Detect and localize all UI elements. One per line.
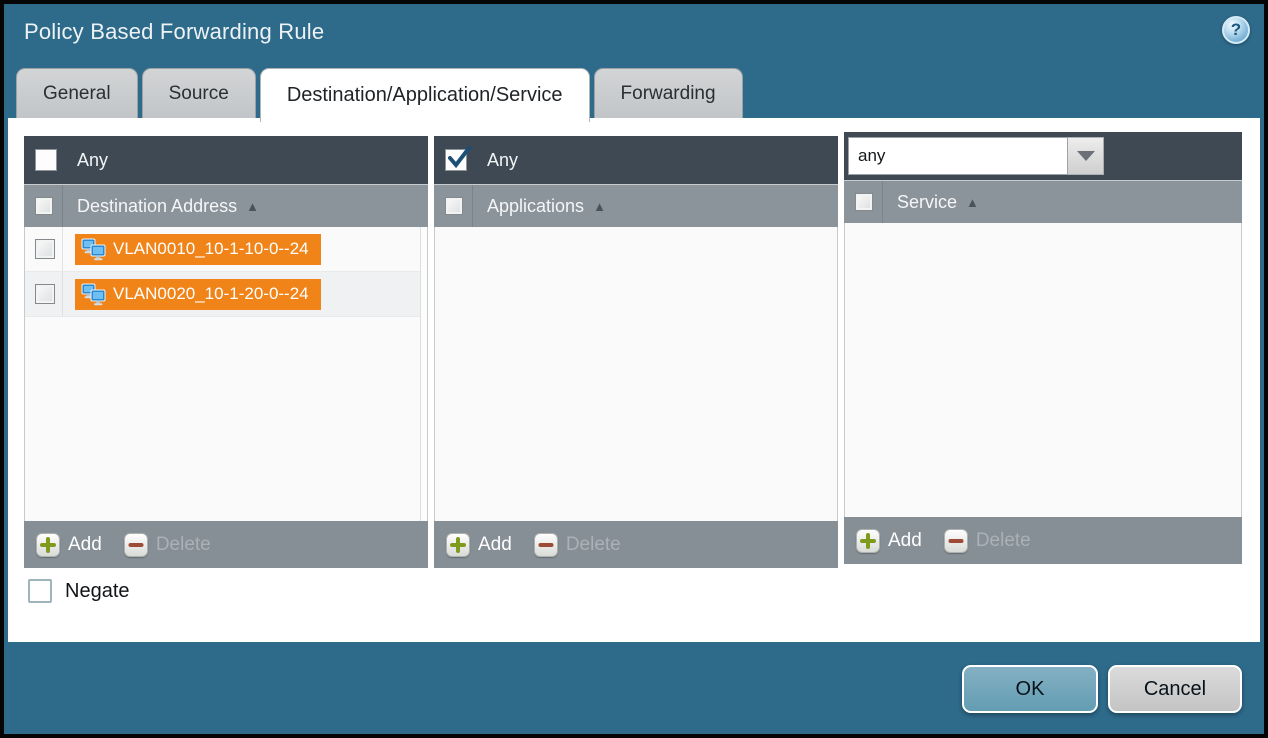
applications-header-row[interactable]: Applications ▲	[434, 184, 838, 227]
address-object-label: VLAN0010_10-1-10-0--24	[113, 239, 309, 259]
add-icon[interactable]	[36, 533, 60, 557]
sort-asc-icon[interactable]: ▲	[966, 195, 979, 210]
tab-general[interactable]: General	[16, 68, 138, 118]
destination-header-row[interactable]: Destination Address ▲	[24, 184, 428, 227]
applications-column-header: Applications	[487, 196, 584, 217]
add-button[interactable]: Add	[478, 534, 512, 556]
delete-button[interactable]: Delete	[566, 534, 621, 556]
sort-asc-icon[interactable]: ▲	[246, 199, 259, 214]
applications-any-checkbox[interactable]	[445, 149, 467, 171]
dialog-title: Policy Based Forwarding Rule	[24, 19, 324, 45]
scrollbar-track[interactable]	[420, 227, 427, 521]
service-column: any Service ▲ Add	[844, 132, 1242, 564]
add-icon[interactable]	[856, 529, 880, 553]
service-toolbar: Add Delete	[844, 517, 1242, 564]
add-button[interactable]: Add	[888, 530, 922, 552]
applications-select-all-checkbox[interactable]	[445, 197, 463, 215]
chevron-down-icon	[1077, 151, 1095, 161]
divider	[882, 181, 883, 224]
service-dropdown-value[interactable]: any	[848, 137, 1068, 175]
tab-forwarding[interactable]: Forwarding	[594, 68, 743, 118]
applications-any-bar: Any	[434, 136, 838, 184]
tab-source[interactable]: Source	[142, 68, 256, 118]
service-header-row[interactable]: Service ▲	[844, 180, 1242, 223]
destination-address-column: Any Destination Address ▲	[24, 136, 428, 568]
delete-button[interactable]: Delete	[156, 534, 211, 556]
destination-row[interactable]: VLAN0010_10-1-10-0--24	[25, 227, 427, 272]
destination-select-all-checkbox[interactable]	[35, 197, 53, 215]
network-address-icon	[81, 283, 106, 306]
dropdown-button[interactable]	[1068, 137, 1104, 175]
row-checkbox[interactable]	[35, 284, 55, 304]
tab-content-panel: Any Destination Address ▲	[8, 118, 1260, 642]
applications-list	[434, 227, 838, 521]
ok-button[interactable]: OK	[962, 665, 1098, 713]
service-list	[844, 223, 1242, 517]
row-checkbox[interactable]	[35, 239, 55, 259]
negate-option: Negate	[28, 579, 130, 603]
help-icon[interactable]: ?	[1222, 16, 1250, 44]
sort-asc-icon[interactable]: ▲	[593, 199, 606, 214]
address-object-chip[interactable]: VLAN0020_10-1-20-0--24	[75, 279, 321, 310]
delete-icon[interactable]	[534, 533, 558, 557]
applications-column: Any Applications ▲ Add Delete	[434, 136, 838, 568]
destination-row[interactable]: VLAN0020_10-1-20-0--24	[25, 272, 427, 317]
service-select-all-checkbox[interactable]	[855, 193, 873, 211]
add-icon[interactable]	[446, 533, 470, 557]
destination-list: VLAN0010_10-1-10-0--24	[24, 227, 428, 521]
destination-any-label: Any	[77, 150, 108, 171]
applications-toolbar: Add Delete	[434, 521, 838, 568]
negate-checkbox[interactable]	[28, 579, 52, 603]
add-button[interactable]: Add	[68, 534, 102, 556]
applications-any-label: Any	[487, 150, 518, 171]
address-object-chip[interactable]: VLAN0010_10-1-10-0--24	[75, 234, 321, 265]
service-mode-dropdown[interactable]: any	[848, 137, 1104, 175]
network-address-icon	[81, 238, 106, 261]
cancel-button[interactable]: Cancel	[1108, 665, 1242, 713]
negate-label: Negate	[65, 580, 130, 603]
destination-any-checkbox[interactable]	[35, 149, 57, 171]
destination-column-header: Destination Address	[77, 196, 237, 217]
divider	[472, 185, 473, 228]
service-column-header: Service	[897, 192, 957, 213]
address-object-label: VLAN0020_10-1-20-0--24	[113, 284, 309, 304]
destination-toolbar: Add Delete	[24, 521, 428, 568]
delete-icon[interactable]	[124, 533, 148, 557]
delete-button[interactable]: Delete	[976, 530, 1031, 552]
tab-bar: General Source Destination/Application/S…	[16, 68, 743, 122]
service-dropdown-bar: any	[844, 132, 1242, 180]
tab-destination-application-service[interactable]: Destination/Application/Service	[260, 68, 590, 122]
delete-icon[interactable]	[944, 529, 968, 553]
divider	[62, 185, 63, 228]
destination-any-bar: Any	[24, 136, 428, 184]
policy-forwarding-dialog: Policy Based Forwarding Rule ? General S…	[0, 0, 1268, 738]
